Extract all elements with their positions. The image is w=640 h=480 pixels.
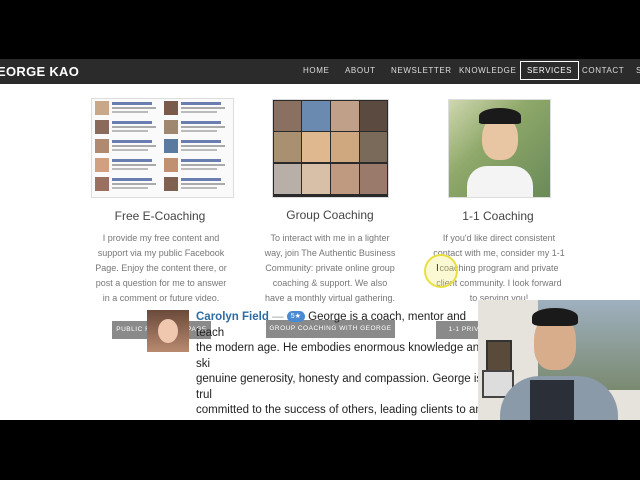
testimonial-line-1: Carolyn Field — 5★ George is a coach, me… — [196, 310, 496, 341]
wall-frame — [486, 340, 512, 372]
free-ecoaching-title: Free E-Coaching — [114, 209, 206, 223]
nav-more[interactable]: S — [636, 66, 640, 75]
presenter-shirt — [530, 380, 574, 420]
nav-home[interactable]: HOME — [303, 66, 329, 75]
coach-portrait-image — [448, 99, 551, 198]
desc-line: coaching & support. We also — [272, 278, 388, 288]
testimonial-line: the modern age. He embodies enormous kno… — [196, 342, 486, 370]
desc-line: Community: private online group — [265, 263, 395, 273]
desc-line: post a question for me to answer — [95, 278, 227, 288]
top-nav: EORGE KAO HOME ABOUT NEWSLETTER KNOWLEDG… — [0, 59, 640, 84]
cursor-highlight-icon: I — [424, 254, 458, 288]
desc-line: support via my public Facebook — [97, 248, 225, 258]
desc-line: To interact with me in a lighter — [270, 233, 390, 243]
group-video-grid-image — [272, 99, 389, 198]
testimonial-avatar — [147, 310, 189, 352]
nav-services[interactable]: SERVICES — [520, 61, 580, 80]
testimonial-dash: — — [272, 311, 284, 323]
free-ecoaching-description: I provide my free content and support vi… — [86, 231, 236, 306]
testimonial: Carolyn Field — 5★ George is a coach, me… — [196, 310, 496, 420]
testimonial-author[interactable]: Carolyn Field — [196, 311, 269, 323]
desc-line: If you'd like direct consistent — [442, 233, 556, 243]
webcam-overlay — [478, 300, 640, 420]
testimonial-line: genuine generosity, honesty and compassi… — [196, 373, 483, 401]
desc-line: Page. Enjoy the content there, or — [95, 263, 227, 273]
testimonial-line: committed to the success of others, lead… — [196, 404, 482, 420]
rating-badge: 5★ — [286, 311, 305, 323]
group-coaching-title: Group Coaching — [286, 208, 374, 222]
nav-about[interactable]: ABOUT — [345, 66, 376, 75]
nav-knowledge[interactable]: KNOWLEDGE — [459, 66, 516, 75]
nav-newsletter[interactable]: NEWSLETTER — [391, 66, 452, 75]
desc-line: I provide my free content and — [102, 233, 220, 243]
desc-line: way, join The Authentic Business — [264, 248, 396, 258]
nav-contact[interactable]: CONTACT — [582, 66, 624, 75]
desc-line: in a comment or future video. — [102, 293, 220, 303]
one-on-one-coaching-title: 1-1 Coaching — [462, 209, 534, 223]
site-brand[interactable]: EORGE KAO — [0, 64, 79, 79]
facebook-page-image — [91, 98, 234, 198]
desc-line: have a monthly virtual gathering. — [264, 293, 396, 303]
group-coaching-description: To interact with me in a lighter way, jo… — [255, 231, 405, 306]
presenter-hair — [532, 308, 578, 326]
